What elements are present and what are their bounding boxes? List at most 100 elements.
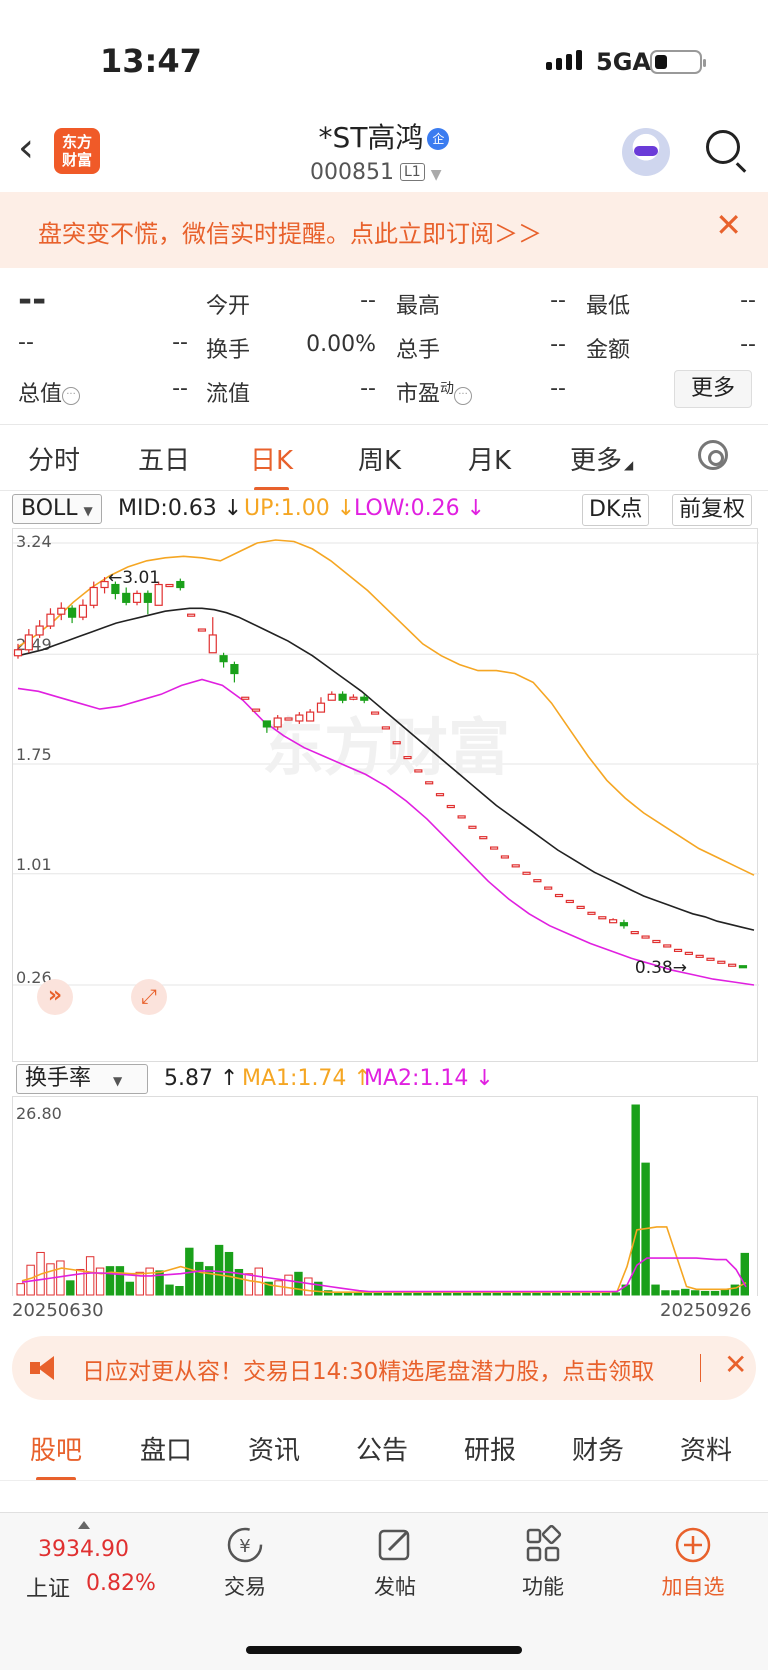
up-text: UP:1.00 [244,496,330,521]
volume-bar [492,1292,502,1296]
tab-monthly-k[interactable]: 月K [468,440,511,477]
candle-body [165,583,174,588]
amount-value: -- [740,332,756,357]
volume-bar [452,1292,462,1296]
dk-point-button[interactable]: DK点 [582,494,650,526]
subscribe-banner[interactable]: 盘突变不慌，微信实时提醒。点此立即订阅＞＞ ✕ [0,192,768,268]
volume-bar [690,1290,700,1296]
candle-body [208,634,217,654]
candle-body [468,825,477,829]
megaphone-icon [30,1356,56,1380]
candle-body [349,696,358,700]
stock-code-text: 000851 [310,160,394,185]
candle-body [284,717,293,721]
pe-label-text: 市盈 [396,382,441,407]
candle-body [609,919,618,924]
triangle-icon: ◢ [624,458,634,472]
candle-body [511,864,520,868]
volume-bar [443,1292,452,1296]
ai-assistant-icon[interactable] [622,128,670,176]
candle-body [13,649,23,657]
amount-label: 金额 [586,338,631,363]
y-tick-label: 26.80 [16,1104,62,1123]
tab-daily-k[interactable]: 日K [250,440,293,491]
candle-body [219,655,228,663]
chevron-down-icon: ▼ [113,1074,123,1088]
tab-five-day[interactable]: 五日 [138,440,190,477]
index-value[interactable]: 3934.90 [38,1537,129,1562]
plus-circle-icon [673,1525,713,1565]
volume-bar [105,1266,115,1296]
tab-profile[interactable]: 资料 [680,1430,732,1467]
tab-research[interactable]: 研报 [464,1430,516,1467]
volume-bar [552,1292,561,1296]
candle-body [370,711,380,715]
more-button[interactable]: 更多 [674,370,752,408]
candle-body [262,720,271,728]
candle-body [576,905,585,909]
tab-weekly-k[interactable]: 周K [358,440,401,477]
date-end: 20250926 [660,1300,752,1321]
volume-bar [700,1290,710,1296]
close-icon[interactable]: ✕ [715,206,742,244]
mktcap-label[interactable]: 总值 ··· [18,376,81,408]
tab-finance[interactable]: 财务 [572,1430,624,1467]
indicator-select[interactable]: BOLL ▼ [12,494,102,524]
float-value: -- [360,376,376,401]
fullscreen-icon[interactable]: ⤢ [131,979,167,1015]
volume-bar [522,1292,531,1296]
divider [0,1480,768,1481]
tab-announcements[interactable]: 公告 [356,1430,408,1467]
tab-guba[interactable]: 股吧 [30,1430,82,1481]
candle-body [587,911,596,915]
add-watchlist-button[interactable]: 加自选 [648,1525,738,1601]
enterprise-badge: 企 [427,128,450,150]
pe-label[interactable]: 市盈动 ··· [396,376,473,408]
volume-bar [224,1251,234,1296]
function-label: 功能 [522,1575,564,1599]
candle-body [738,965,748,969]
home-indicator [246,1646,522,1654]
adjust-button[interactable]: 前复权 [672,494,753,526]
change-pct: -- [172,330,188,355]
open-value: -- [360,288,376,313]
volume-bar [373,1292,383,1296]
stock-code[interactable]: 000851 L1 ▼ [310,160,441,185]
volume-chart[interactable]: 26.80 [12,1096,758,1296]
candle-body [695,954,704,958]
current-price: -- [18,280,47,320]
indicator-select-value: BOLL [21,496,78,521]
post-button[interactable]: 发帖 [350,1525,440,1601]
promo-banner[interactable]: 日应对更从容！交易日14:30精选尾盘潜力股，点击领取 ✕ [12,1336,756,1400]
tab-pankou[interactable]: 盘口 [140,1430,192,1467]
tab-news[interactable]: 资讯 [248,1430,300,1467]
candle-body [392,741,401,745]
open-label: 今开 [206,294,251,319]
divider [0,490,768,491]
volume-bar [472,1292,482,1296]
volume-select-value: 换手率 [25,1066,92,1091]
ma1-value: MA1:1.74 ↑ [242,1066,372,1091]
kline-chart[interactable]: 3.24 2.49 1.75 1.01 0.26 东方财富 ←3.01 0.38→ » ⤢ [12,528,759,1062]
tab-minute[interactable]: 分时 [28,440,80,477]
gear-icon[interactable] [698,440,728,470]
volume-bar [423,1292,432,1296]
volume-bar [165,1284,174,1296]
close-icon[interactable]: ✕ [724,1348,747,1381]
search-icon[interactable] [706,130,740,164]
volume-value: -- [550,332,566,357]
candle-body [673,948,683,953]
candle-body [554,893,564,898]
low-value: -- [740,288,756,313]
tab-more[interactable]: 更多 ◢ [570,440,633,477]
volume-bar [740,1252,749,1296]
status-bar: 13:47 5GA [0,0,768,110]
function-button[interactable]: 功能 [498,1524,588,1601]
caret-up-icon[interactable] [78,1521,90,1529]
volume-label: 总手 [396,338,441,363]
volume-bar [56,1260,65,1296]
trade-button[interactable]: ¥ 交易 [200,1525,290,1601]
expand-panel-icon[interactable]: » [37,979,73,1015]
volume-indicator-select[interactable]: 换手率 ▼ [16,1064,148,1094]
candle-body [446,804,455,809]
